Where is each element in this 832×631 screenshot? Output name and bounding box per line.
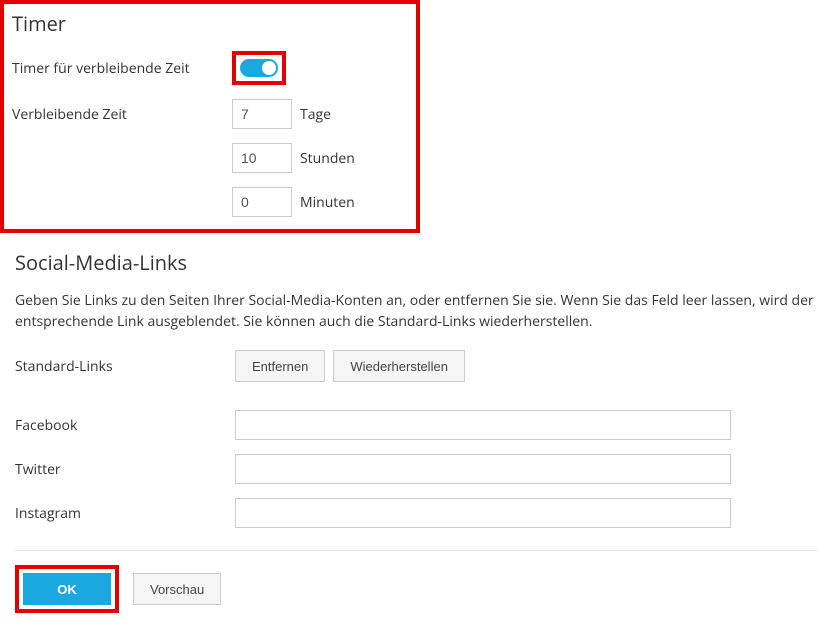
twitter-label: Twitter: [15, 460, 235, 479]
ok-button[interactable]: OK: [23, 573, 111, 605]
divider: [15, 550, 817, 551]
timer-toggle-highlight: [232, 51, 286, 85]
hours-unit: Stunden: [300, 149, 355, 168]
facebook-input[interactable]: [235, 410, 731, 440]
timer-highlight-box: Timer Timer für verbleibende Zeit Verble…: [0, 0, 420, 233]
minutes-input[interactable]: [232, 187, 292, 217]
default-links-label: Standard-Links: [15, 357, 235, 376]
restore-button[interactable]: Wiederherstellen: [333, 350, 465, 382]
preview-button[interactable]: Vorschau: [133, 573, 221, 605]
facebook-label: Facebook: [15, 416, 235, 435]
ok-button-highlight: OK: [15, 565, 119, 613]
twitter-input[interactable]: [235, 454, 731, 484]
instagram-input[interactable]: [235, 498, 731, 528]
hours-input[interactable]: [232, 143, 292, 173]
social-section: Social-Media-Links Geben Sie Links zu de…: [0, 239, 832, 528]
days-unit: Tage: [300, 105, 331, 124]
instagram-label: Instagram: [15, 504, 235, 523]
remove-button[interactable]: Entfernen: [235, 350, 325, 382]
social-heading: Social-Media-Links: [15, 249, 817, 276]
timer-heading: Timer: [12, 10, 408, 37]
timer-toggle-label: Timer für verbleibende Zeit: [12, 59, 232, 78]
social-description: Geben Sie Links zu den Seiten Ihrer Soci…: [15, 290, 817, 332]
days-input[interactable]: [232, 99, 292, 129]
remaining-time-label: Verbleibende Zeit: [12, 105, 232, 124]
minutes-unit: Minuten: [300, 193, 355, 212]
timer-toggle[interactable]: [240, 59, 278, 77]
